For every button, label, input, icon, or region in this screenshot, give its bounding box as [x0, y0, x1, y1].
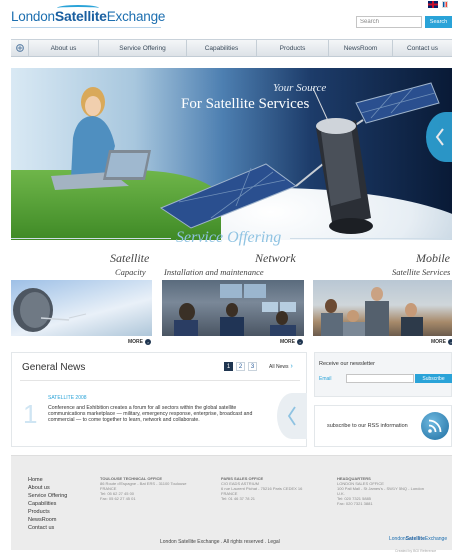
- newsletter-email-label: Email: [319, 376, 332, 382]
- footer-nav: Home About us Service Offering Capabilit…: [28, 477, 67, 532]
- footer-logo-part-2: Satellite: [405, 536, 425, 542]
- footer-link-home[interactable]: Home: [28, 477, 67, 484]
- dish-graphic: [13, 288, 87, 332]
- satellite-dish-image: [11, 280, 152, 336]
- logo-divider: [11, 27, 161, 28]
- news-heading: General News: [22, 362, 86, 373]
- page: LondonSatelliteExchange Search About us …: [0, 0, 452, 556]
- nav-home[interactable]: [11, 40, 29, 56]
- network-graphic: [174, 284, 296, 336]
- service-card-subtitle: Installation and maintenance: [164, 267, 264, 277]
- hero-banner: Your Source For Satellite Services: [11, 68, 452, 240]
- divider: [290, 238, 450, 239]
- hero-tagline-2: For Satellite Services: [181, 96, 310, 112]
- footer-logo[interactable]: LondonSatelliteExchange: [389, 536, 447, 542]
- service-card-network[interactable]: Network Installation and maintenance MOR…: [162, 251, 304, 346]
- site-credit[interactable]: Created by BGI Reference: [395, 549, 436, 553]
- search-input[interactable]: [356, 16, 422, 28]
- service-card-title: Satellite: [110, 251, 150, 265]
- footer-link-capabilities[interactable]: Capabilities: [28, 501, 67, 508]
- home-icon: [15, 44, 24, 52]
- news-page-1[interactable]: 1: [224, 362, 233, 371]
- footer-link-contact-us[interactable]: Contact us: [28, 525, 67, 532]
- footer-logo-part-3: Exchange: [424, 536, 448, 542]
- service-card-satellite[interactable]: Satellite Capacity MORE ›: [11, 251, 152, 346]
- footer-link-about-us[interactable]: About us: [28, 485, 67, 492]
- service-card-mobile[interactable]: Mobile Satellite Services MORE ›: [313, 251, 452, 346]
- all-news-link[interactable]: All News ›: [269, 363, 293, 370]
- footer-link-newsroom[interactable]: NewsRoom: [28, 517, 67, 524]
- search-button[interactable]: Search: [425, 16, 452, 28]
- service-card-subtitle: Capacity: [115, 267, 146, 277]
- service-card-title: Network: [255, 251, 296, 265]
- nav-item-products[interactable]: Products: [257, 40, 329, 56]
- newsletter-email-input[interactable]: [346, 374, 414, 383]
- nav-item-newsroom[interactable]: NewsRoom: [329, 40, 393, 56]
- chevron-right-icon: ›: [290, 363, 293, 370]
- office-line: Tel: 01 46 37 78 21: [221, 496, 256, 501]
- footer: Home About us Service Offering Capabilit…: [11, 455, 452, 550]
- service-offering-heading: Service Offering: [176, 229, 282, 246]
- logo-part-3: Exchange: [106, 9, 166, 24]
- more-link[interactable]: MORE ›: [128, 339, 151, 345]
- arrow-right-icon: ›: [297, 339, 303, 345]
- copyright-text: London Satellite Exchange . All rights r…: [160, 539, 280, 545]
- network-room-image: [162, 280, 304, 336]
- team-graphic: [321, 287, 423, 336]
- hero-tagline-1: Your Source: [273, 82, 327, 94]
- news-page-2[interactable]: 2: [236, 362, 245, 371]
- newsletter-title: Receive our newsletter: [319, 361, 375, 367]
- nav-item-service-offering[interactable]: Service Offering: [99, 40, 187, 56]
- divider: [20, 380, 300, 381]
- more-label: MORE: [431, 339, 446, 345]
- logo-part-1: London: [11, 9, 55, 24]
- more-label: MORE: [280, 339, 295, 345]
- rss-box[interactable]: subscribe to our RSS information: [314, 405, 452, 447]
- footer-link-products[interactable]: Products: [28, 509, 67, 516]
- hero-illustration: [51, 82, 440, 234]
- uk-flag-icon[interactable]: [428, 1, 438, 8]
- all-news-label: All News: [269, 363, 289, 370]
- rss-icon[interactable]: [421, 412, 449, 440]
- footer-office-london: HEADQUARTERS LONDON SALES OFFICE 100 Pal…: [337, 476, 449, 506]
- arrow-right-icon: ›: [145, 339, 151, 345]
- news-pager: 1 2 3: [224, 362, 257, 371]
- news-item-body: Conference and Exhibition creates a foru…: [48, 405, 253, 424]
- main-nav: About us Service Offering Capabilities P…: [11, 39, 452, 57]
- mobile-team-image: [313, 280, 452, 336]
- subscribe-button[interactable]: Subscribe: [415, 374, 452, 383]
- footer-office-toulouse: TOULOUSE TECHNICAL OFFICE 86 Route d'Esp…: [100, 476, 198, 501]
- fr-flag-icon[interactable]: [442, 1, 448, 8]
- language-switcher: [428, 1, 448, 8]
- nav-item-contact-us[interactable]: Contact us: [393, 40, 452, 56]
- news-prev-arrow[interactable]: [277, 393, 307, 439]
- footer-link-service-offering[interactable]: Service Offering: [28, 493, 67, 500]
- footer-office-paris: PARIS SALES OFFICE C/O EADS ASTRIUM 6 ru…: [221, 476, 319, 501]
- chevron-left-icon: [435, 128, 444, 146]
- nav-item-capabilities[interactable]: Capabilities: [187, 40, 257, 56]
- footer-logo-part-1: London: [389, 536, 406, 542]
- more-link[interactable]: MORE ›: [431, 339, 452, 345]
- divider: [11, 238, 171, 239]
- more-label: MORE: [128, 339, 143, 345]
- rss-label: subscribe to our RSS information: [327, 423, 408, 429]
- office-line: Fax: 05 62 27 45 01: [100, 496, 136, 501]
- logo-swoosh: [57, 5, 99, 11]
- arrow-right-icon: ›: [448, 339, 452, 345]
- service-card-title: Mobile: [416, 251, 450, 265]
- more-link[interactable]: MORE ›: [280, 339, 303, 345]
- news-item-date[interactable]: SATELLITE 2008: [48, 395, 87, 401]
- nav-item-about-us[interactable]: About us: [29, 40, 99, 56]
- rss-feed-icon: [428, 419, 442, 433]
- general-news-panel: General News 1 2 3 All News › 1 SATELLIT…: [11, 352, 307, 447]
- office-line: Fax: 020 7321 3881: [337, 501, 373, 506]
- service-card-subtitle: Satellite Services: [392, 267, 451, 277]
- news-item-number: 1: [23, 399, 38, 429]
- news-page-3[interactable]: 3: [248, 362, 257, 371]
- chevron-left-icon: [287, 406, 296, 426]
- newsletter-box: Receive our newsletter Email Subscribe: [314, 352, 452, 397]
